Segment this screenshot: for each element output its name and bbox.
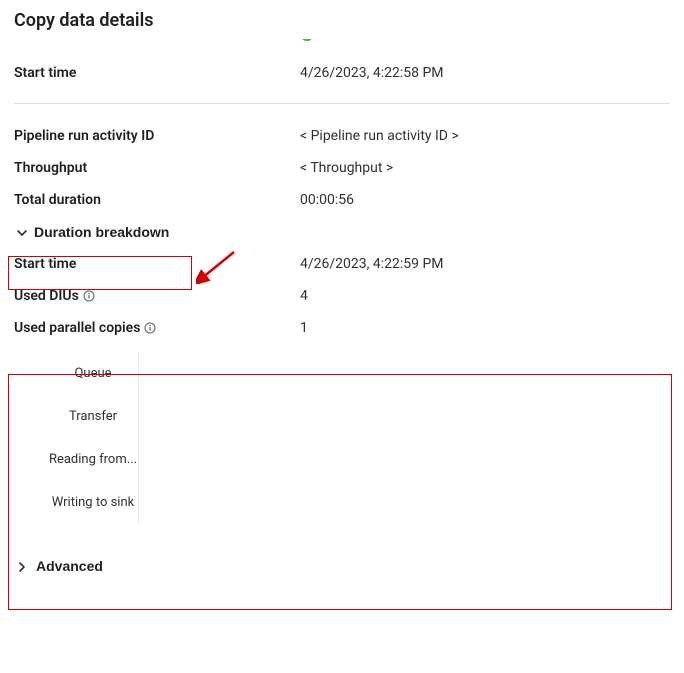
used-dius-value: 4 bbox=[300, 288, 670, 304]
stage-writing-to-sink: Writing to sink bbox=[48, 481, 138, 524]
duration-breakdown-toggle[interactable]: Duration breakdown bbox=[14, 220, 177, 244]
duration-breakdown-label: Duration breakdown bbox=[34, 224, 169, 240]
chevron-right-icon bbox=[16, 560, 28, 572]
info-icon[interactable] bbox=[144, 322, 156, 334]
info-icon[interactable] bbox=[83, 290, 95, 302]
used-parallel-copies-row: Used parallel copies 1 bbox=[14, 312, 670, 344]
pipeline-run-id-value: < Pipeline run activity ID > bbox=[300, 128, 670, 144]
start-time-value: 4/26/2023, 4:22:58 PM bbox=[300, 65, 670, 81]
breakdown-start-time-row: Start time 4/26/2023, 4:22:59 PM bbox=[14, 248, 670, 280]
panel-title: Copy data details bbox=[14, 10, 670, 31]
throughput-label: Throughput bbox=[14, 160, 300, 176]
total-duration-label: Total duration bbox=[14, 192, 300, 208]
copy-data-details-panel: Copy data details Status Succeeded Start… bbox=[0, 0, 684, 598]
pipeline-run-id-label: Pipeline run activity ID bbox=[14, 128, 300, 144]
advanced-label: Advanced bbox=[36, 558, 103, 574]
status-label: Status bbox=[14, 39, 300, 43]
start-time-label: Start time bbox=[14, 65, 300, 81]
status-value: Succeeded bbox=[300, 39, 670, 43]
status-text: Succeeded bbox=[320, 39, 391, 43]
start-time-row: Start time 4/26/2023, 4:22:58 PM bbox=[14, 57, 670, 89]
success-check-icon bbox=[300, 39, 314, 42]
total-duration-row: Total duration 00:00:56 bbox=[14, 184, 670, 216]
advanced-toggle[interactable]: Advanced bbox=[14, 554, 105, 578]
status-row: Status Succeeded bbox=[14, 39, 670, 53]
breakdown-start-time-value: 4/26/2023, 4:22:59 PM bbox=[300, 256, 670, 272]
pipeline-run-id-row: Pipeline run activity ID < Pipeline run … bbox=[14, 120, 670, 152]
stage-reading-from: Reading from... bbox=[48, 438, 138, 481]
stage-transfer: Transfer bbox=[48, 395, 138, 438]
section-divider bbox=[14, 103, 670, 104]
throughput-row: Throughput < Throughput > bbox=[14, 152, 670, 184]
chevron-down-icon bbox=[16, 226, 28, 238]
used-dius-label: Used DIUs bbox=[14, 288, 300, 304]
stage-queue: Queue bbox=[48, 352, 138, 395]
used-parallel-copies-label: Used parallel copies bbox=[14, 320, 300, 336]
throughput-value: < Throughput > bbox=[300, 160, 670, 176]
used-parallel-copies-value: 1 bbox=[300, 320, 670, 336]
total-duration-value: 00:00:56 bbox=[300, 192, 670, 208]
duration-stage-list: Queue Transfer Reading from... Writing t… bbox=[14, 352, 670, 524]
used-dius-row: Used DIUs 4 bbox=[14, 280, 670, 312]
breakdown-start-time-label: Start time bbox=[14, 256, 300, 272]
